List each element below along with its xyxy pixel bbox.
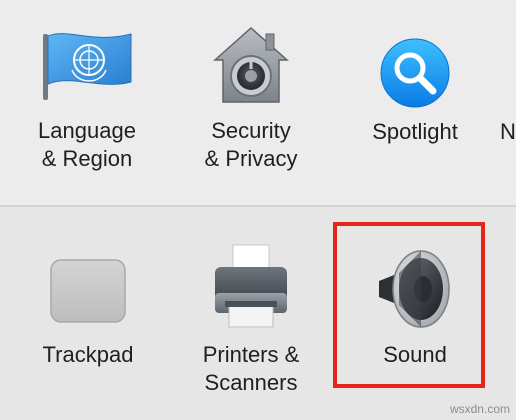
pane-partial-next[interactable]: N — [500, 118, 516, 146]
pane-label: Security & Privacy — [204, 118, 298, 171]
pane-printers-scanners[interactable]: Printers & Scanners — [176, 207, 326, 420]
pane-label: Printers & Scanners — [202, 342, 300, 395]
pane-label: Language & Region — [38, 118, 136, 171]
un-flag-icon — [39, 30, 135, 100]
pane-security-privacy[interactable]: Security & Privacy — [176, 0, 326, 206]
watermark: wsxdn.com — [449, 402, 510, 416]
trackpad-icon — [50, 259, 126, 323]
pane-label: N — [500, 119, 516, 144]
pane-spotlight[interactable]: Spotlight — [340, 0, 490, 206]
pane-trackpad[interactable]: Trackpad — [13, 207, 163, 420]
printer-icon — [207, 243, 295, 331]
pane-label: Spotlight — [372, 119, 458, 144]
security-house-icon — [211, 24, 291, 106]
pane-language-region[interactable]: Language & Region — [12, 0, 162, 206]
sound-highlight-box — [333, 222, 485, 388]
pane-label: Trackpad — [42, 342, 134, 367]
spotlight-magnifier-icon — [379, 37, 451, 109]
